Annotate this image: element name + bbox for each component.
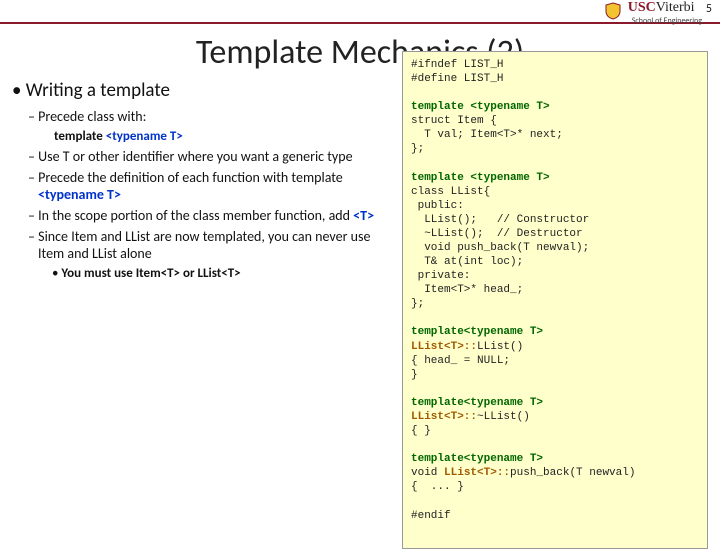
bullet-l2: Use T or other identifier where you want… [38,148,392,165]
logo-viterbi: Viterbi [656,0,695,15]
bullet-column: Writing a template Precede class with: t… [12,79,392,549]
usc-logo: USCViterbi School of Engineering [603,0,702,26]
code-panel: #ifndef LIST_H #define LIST_H template <… [402,51,708,549]
bullet-l2: Since Item and LList are now templated, … [38,228,392,262]
bullet-l2: Precede class with: [38,108,392,125]
shield-icon [603,1,623,21]
bullet-l1: Writing a template [12,79,392,102]
content-area: Writing a template Precede class with: t… [0,79,720,549]
bullet-sub: template <typename T> [54,129,392,144]
logo-usc: USC [628,0,656,15]
bullet-l2: In the scope portion of the class member… [38,207,392,224]
header-bar: USCViterbi School of Engineering [0,0,720,24]
page-number: 5 [706,2,712,16]
bullet-l3: You must use Item<T> or LList<T> [62,266,392,281]
logo-sub: School of Engineering [632,16,702,26]
bullet-l2: Precede the definition of each function … [38,169,392,203]
